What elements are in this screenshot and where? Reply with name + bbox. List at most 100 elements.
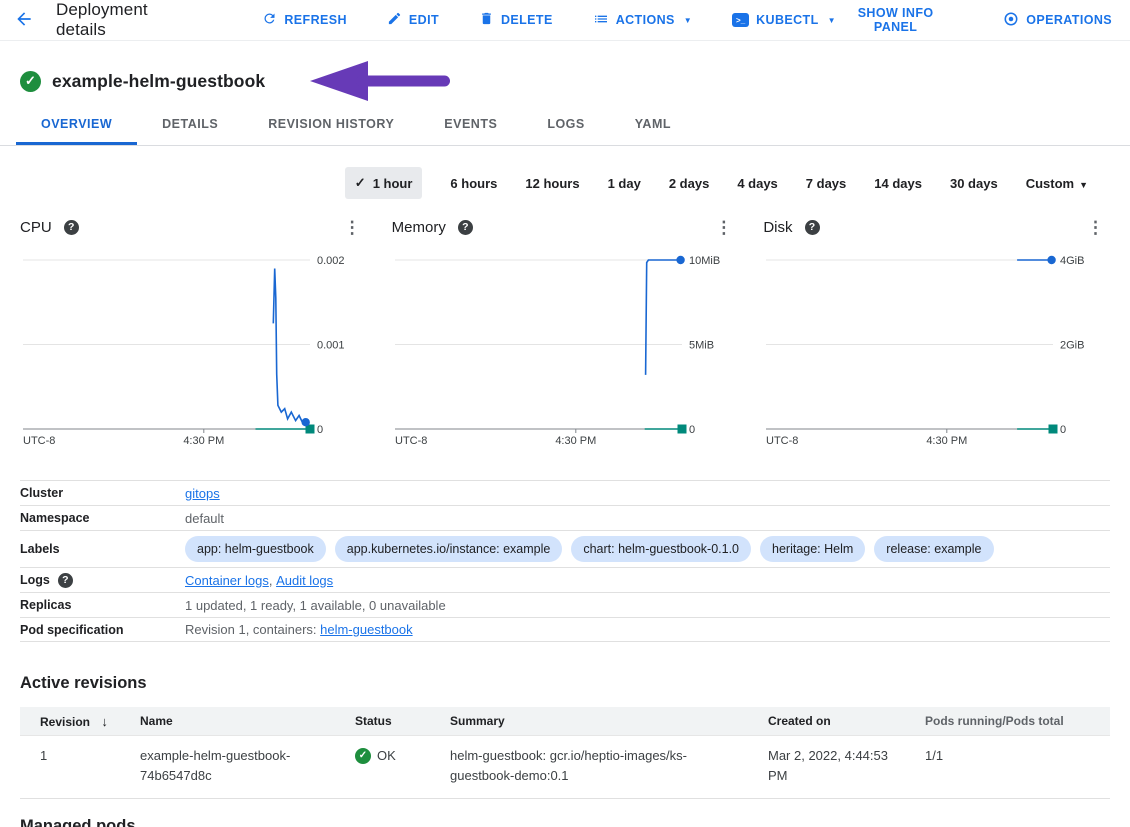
tab-bar: OVERVIEW DETAILS REVISION HISTORY EVENTS… [0, 105, 1130, 146]
sort-desc-icon[interactable]: ↓ [101, 714, 108, 729]
chevron-down-icon: ▼ [684, 16, 692, 25]
col-revision: Revision [40, 715, 90, 729]
label-chip: heritage: Helm [760, 536, 865, 562]
container-link[interactable]: helm-guestbook [320, 622, 413, 637]
disk-chart-panel: Disk ? ⋮ 4GiB2GiB0UTC-84:30 PM [763, 212, 1110, 446]
tab-details[interactable]: DETAILS [137, 105, 243, 145]
active-revisions-table: Revision ↓ Name Status Summary Created o… [20, 707, 1110, 799]
help-icon[interactable]: ? [458, 220, 473, 235]
more-vert-icon[interactable]: ⋮ [709, 219, 738, 236]
namespace-value: default [185, 511, 224, 526]
table-header-row: Revision ↓ Name Status Summary Created o… [20, 707, 1110, 736]
tab-overview[interactable]: OVERVIEW [16, 105, 137, 145]
revision-cell: 1 [20, 746, 140, 766]
svg-text:UTC-8: UTC-8 [395, 435, 427, 446]
toolbar-right: SHOW INFO PANEL OPERATIONS [836, 6, 1114, 34]
managed-pods-heading: Managed pods [20, 817, 136, 827]
more-vert-icon[interactable]: ⋮ [1081, 219, 1110, 236]
show-info-panel-button[interactable]: SHOW INFO PANEL [836, 6, 955, 34]
edit-button[interactable]: EDIT [387, 11, 439, 29]
replicas-label: Replicas [20, 598, 185, 612]
tab-revision-history[interactable]: REVISION HISTORY [243, 105, 419, 145]
svg-text:UTC-8: UTC-8 [766, 435, 798, 446]
pod-spec-label: Pod specification [20, 623, 185, 637]
svg-text:0: 0 [317, 424, 323, 436]
back-button[interactable] [14, 9, 34, 32]
cpu-chart: 0.0020.0010UTC-84:30 PM [20, 246, 367, 446]
annotation-arrow [308, 59, 452, 108]
time-range-2-days[interactable]: 2 days [669, 176, 709, 191]
status-text: OK [377, 746, 396, 766]
deployment-name: example-helm-guestbook [52, 71, 265, 92]
arrow-back-icon [14, 9, 34, 32]
more-vert-icon[interactable]: ⋮ [338, 219, 367, 236]
svg-text:0.002: 0.002 [317, 255, 345, 267]
operations-button[interactable]: OPERATIONS [1003, 11, 1112, 30]
svg-text:4GiB: 4GiB [1060, 255, 1084, 267]
label-chip: app.kubernetes.io/instance: example [335, 536, 563, 562]
container-logs-link[interactable]: Container logs [185, 573, 269, 588]
svg-text:4:30 PM: 4:30 PM [183, 435, 224, 446]
time-range-1-day[interactable]: 1 day [608, 176, 641, 191]
chevron-down-icon: ▼ [828, 16, 836, 25]
tab-yaml[interactable]: YAML [610, 105, 696, 145]
time-range-12-hours[interactable]: 12 hours [525, 176, 579, 191]
help-icon[interactable]: ? [64, 220, 79, 235]
time-range-4-days[interactable]: 4 days [737, 176, 777, 191]
top-toolbar: Deployment details REFRESH EDIT DELETE A… [0, 0, 1130, 41]
summary-cell: helm-guestbook: gcr.io/heptio-images/ks-… [450, 746, 768, 786]
time-range-custom[interactable]: Custom▼ [1026, 176, 1088, 191]
label-chip: release: example [874, 536, 993, 562]
cluster-link[interactable]: gitops [185, 486, 220, 501]
labels-label: Labels [20, 542, 185, 556]
chevron-down-icon: ▼ [1079, 180, 1088, 190]
actions-menu-button[interactable]: ACTIONS ▼ [593, 11, 692, 30]
delete-icon [479, 11, 494, 29]
audit-logs-link[interactable]: Audit logs [276, 573, 333, 588]
time-range-7-days[interactable]: 7 days [806, 176, 846, 191]
name-cell: example-helm-guestbook-74b6547d8c [140, 746, 355, 786]
status-ok-icon: ✓ [355, 748, 371, 764]
refresh-button[interactable]: REFRESH [262, 11, 347, 29]
edit-icon [387, 11, 402, 29]
memory-chart-panel: Memory ? ⋮ 10MiB5MiB0UTC-84:30 PM [392, 212, 739, 446]
svg-text:0.001: 0.001 [317, 340, 345, 352]
time-range-1-hour[interactable]: ✓ 1 hour [345, 167, 423, 199]
time-range-14-days[interactable]: 14 days [874, 176, 922, 191]
help-icon[interactable]: ? [58, 573, 73, 588]
disk-chart: 4GiB2GiB0UTC-84:30 PM [763, 246, 1110, 446]
tab-logs[interactable]: LOGS [522, 105, 609, 145]
memory-chart: 10MiB5MiB0UTC-84:30 PM [392, 246, 739, 446]
svg-text:4:30 PM: 4:30 PM [555, 435, 596, 446]
logs-row: Logs ? Container logs, Audit logs [20, 567, 1110, 592]
cluster-label: Cluster [20, 486, 185, 500]
metrics-charts: CPU ? ⋮ 0.002 0.001 0 UTC-8 4:30 PM Memory ?… [0, 212, 1130, 446]
page-title: Deployment details [56, 0, 200, 40]
svg-text:0: 0 [689, 424, 695, 436]
col-status: Status [355, 714, 450, 728]
pod-spec-row: Pod specification Revision 1, containers… [20, 617, 1110, 642]
kubectl-menu-button[interactable]: >_ KUBECTL ▼ [732, 13, 836, 27]
label-chip: app: helm-guestbook [185, 536, 326, 562]
replicas-row: Replicas 1 updated, 1 ready, 1 available… [20, 592, 1110, 617]
memory-chart-title: Memory [392, 219, 446, 236]
col-name: Name [140, 714, 355, 728]
cpu-chart-title: CPU [20, 219, 52, 236]
col-summary: Summary [450, 714, 768, 728]
time-range-30-days[interactable]: 30 days [950, 176, 998, 191]
cluster-row: Cluster gitops [20, 480, 1110, 505]
time-range-6-hours[interactable]: 6 hours [450, 176, 497, 191]
delete-button[interactable]: DELETE [479, 11, 553, 29]
namespace-label: Namespace [20, 511, 185, 525]
status-ok-icon: ✓ [20, 71, 41, 92]
help-icon[interactable]: ? [805, 220, 820, 235]
label-chip: chart: helm-guestbook-0.1.0 [571, 536, 751, 562]
pods-cell: 1/1 [925, 746, 1110, 766]
cpu-chart-panel: CPU ? ⋮ 0.0020.0010UTC-84:30 PM [20, 212, 367, 446]
col-created-on: Created on [768, 714, 925, 728]
labels-row: Labels app: helm-guestbook app.kubernete… [20, 530, 1110, 567]
svg-text:10MiB: 10MiB [689, 255, 720, 267]
tab-events[interactable]: EVENTS [419, 105, 522, 145]
logs-label: Logs [20, 573, 50, 587]
actions-list-icon [593, 11, 609, 30]
